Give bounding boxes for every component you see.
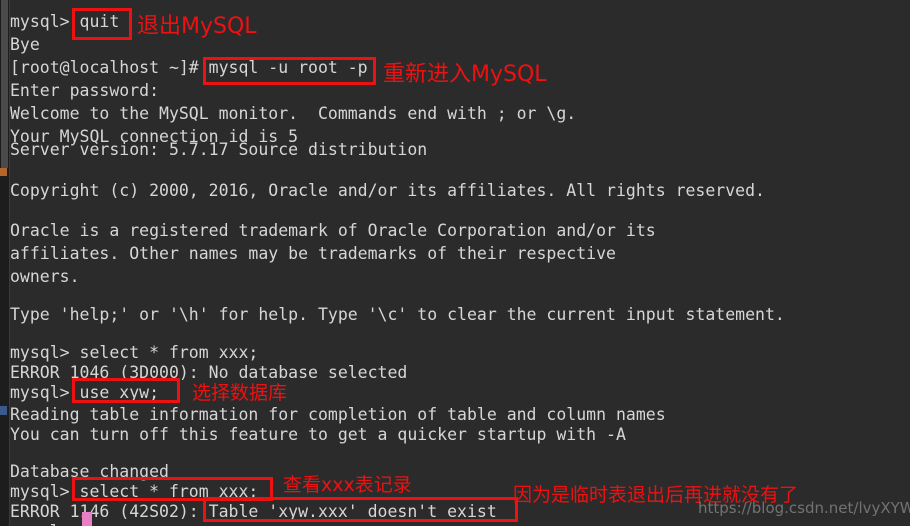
- annotation-text: 查看xxx表记录: [283, 474, 412, 496]
- annotation-text: 退出MySQL: [137, 14, 257, 39]
- terminal-line: mysql> use xyw;: [10, 383, 160, 402]
- terminal-line: mysql>: [10, 520, 70, 526]
- terminal-cursor: [82, 512, 92, 526]
- annotation-text: 重新进入MySQL: [383, 62, 547, 87]
- scrollbar-thumb[interactable]: [1, 0, 8, 168]
- terminal-line: [root@localhost ~]# mysql -u root -p: [10, 58, 368, 77]
- terminal-line: Type 'help;' or '\h' for help. Type '\c'…: [10, 305, 785, 324]
- terminal-line: owners.: [10, 267, 80, 286]
- terminal-line: Oracle is a registered trademark of Orac…: [10, 221, 656, 240]
- annotation-text: 选择数据库: [192, 382, 288, 404]
- terminal-line: Copyright (c) 2000, 2016, Oracle and/or …: [10, 181, 765, 200]
- terminal-scrollbar[interactable]: [0, 0, 10, 526]
- terminal-line: Enter password:: [10, 81, 160, 100]
- scrollbar-marker-orange: [0, 168, 7, 176]
- terminal-line: Welcome to the MySQL monitor. Commands e…: [10, 104, 577, 123]
- scrollbar-marker-blue: [0, 406, 7, 415]
- terminal-line: affiliates. Other names may be trademark…: [10, 244, 616, 263]
- terminal-line: Server version: 5.7.17 Source distributi…: [10, 140, 428, 159]
- watermark-url: https://blog.csdn.net/lvyXYW: [698, 499, 910, 517]
- terminal-line: mysql> quit: [10, 12, 120, 31]
- terminal-window: mysql> quit Bye [root@localhost ~]# mysql …: [0, 0, 910, 526]
- terminal-line: Bye: [10, 35, 40, 54]
- terminal-line: You can turn off this feature to get a q…: [10, 425, 626, 444]
